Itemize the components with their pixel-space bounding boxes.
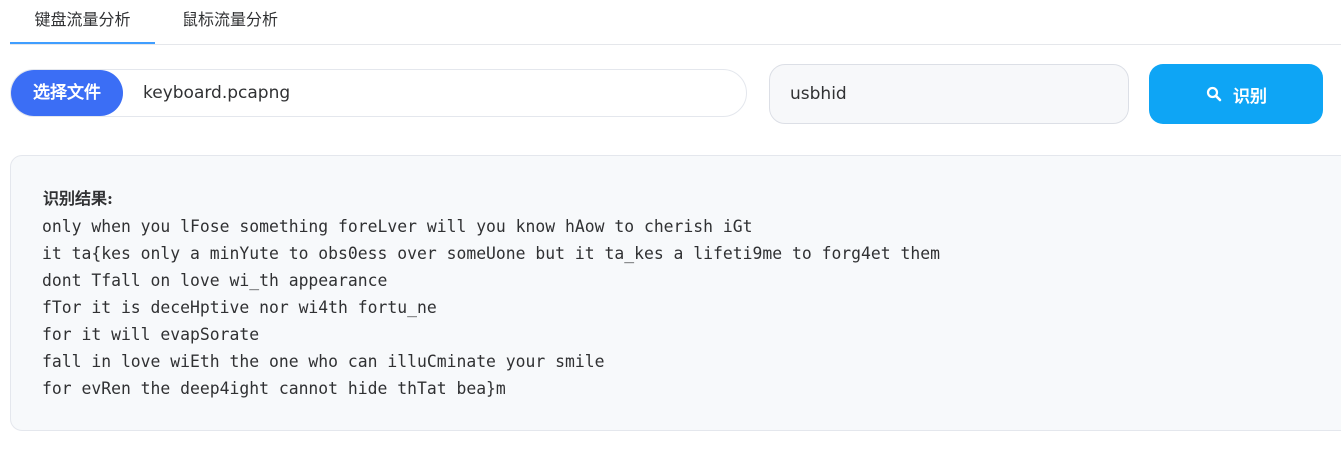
result-line: fTor it is deceHptive nor wi4th fortu_ne bbox=[42, 298, 437, 317]
result-line: only when you lFose something foreLver w… bbox=[42, 217, 753, 236]
tab-mouse-analysis[interactable]: 鼠标流量分析 bbox=[170, 0, 290, 44]
filter-input[interactable] bbox=[769, 64, 1129, 124]
file-picker[interactable]: 选择文件 keyboard.pcapng bbox=[10, 69, 747, 117]
recognize-button-label: 识别 bbox=[1233, 86, 1267, 106]
result-lines: only when you lFose something foreLver w… bbox=[42, 213, 940, 402]
recognize-button[interactable]: 识别 bbox=[1149, 64, 1323, 124]
result-title: 识别结果: bbox=[43, 189, 113, 208]
result-line: it ta{kes only a minYute to obs0ess over… bbox=[42, 244, 940, 263]
choose-file-button[interactable]: 选择文件 bbox=[11, 70, 123, 116]
result-line: for evRen the deep4ight cannot hide thTa… bbox=[42, 379, 506, 398]
result-line: dont Tfall on love wi_th appearance bbox=[42, 271, 388, 290]
tab-keyboard-analysis[interactable]: 键盘流量分析 bbox=[10, 0, 155, 44]
result-panel: 识别结果: only when you lFose something fore… bbox=[10, 155, 1341, 431]
result-line: for it will evapSorate bbox=[42, 325, 260, 344]
result-line: fall in love wiEth the one who can illuC… bbox=[42, 352, 605, 371]
tab-bar: 键盘流量分析 鼠标流量分析 bbox=[10, 0, 1341, 45]
search-icon bbox=[1205, 85, 1223, 103]
selected-file-name: keyboard.pcapng bbox=[143, 83, 291, 103]
